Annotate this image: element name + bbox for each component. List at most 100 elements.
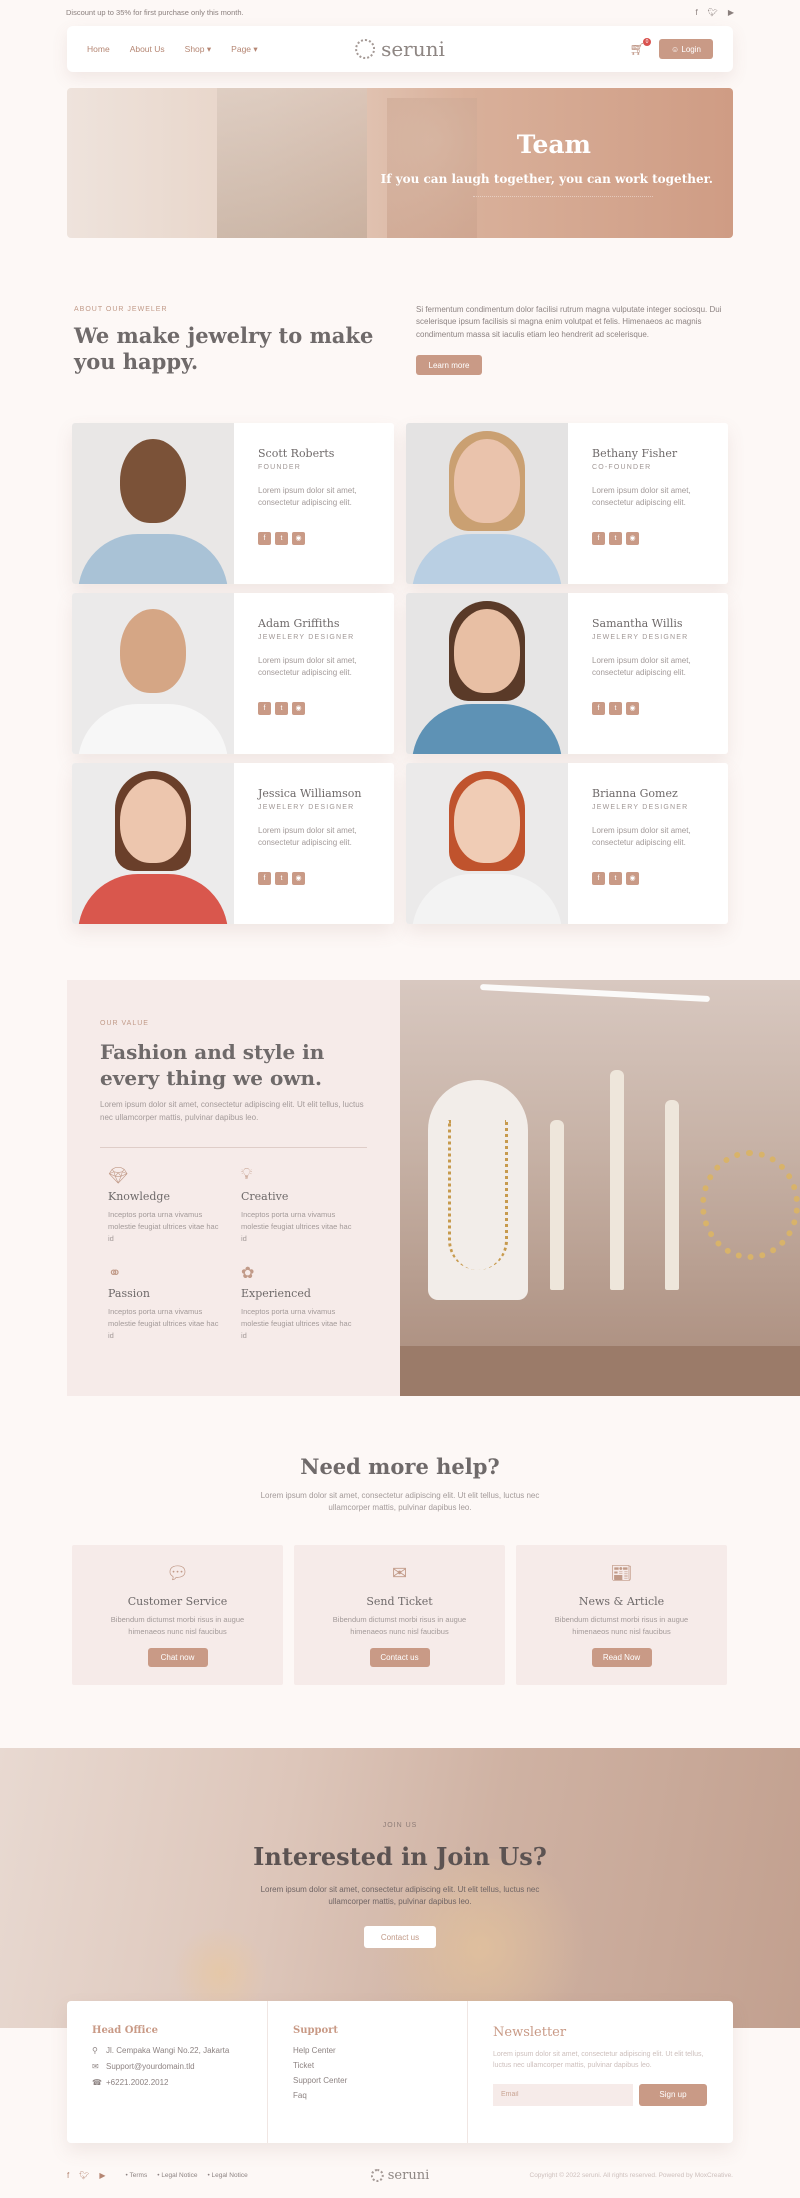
twitter-icon[interactable]: t <box>275 701 288 715</box>
contact-us-button[interactable]: Contact us <box>369 1648 430 1667</box>
page: Discount up to 35% for first purchase on… <box>0 0 800 2198</box>
nav-about[interactable]: About Us <box>130 44 165 55</box>
team-card: Scott Roberts FOUNDER Lorem ipsum dolor … <box>72 423 394 584</box>
support-link[interactable]: Ticket <box>293 2061 442 2070</box>
newsletter-email-input[interactable] <box>493 2083 633 2106</box>
member-social: f t ◉ <box>592 531 728 545</box>
twitter-icon[interactable]: t <box>275 531 288 545</box>
hero-photo-person <box>217 88 367 238</box>
help-card-text: Bibendum dictumst morbi risus in augue h… <box>554 1615 689 1636</box>
read-now-button[interactable]: Read Now <box>591 1648 652 1667</box>
twitter-icon[interactable]: t <box>609 701 622 715</box>
member-role: JEWELERY DESIGNER <box>592 634 689 641</box>
chevron-down-icon: ▾ <box>206 43 212 54</box>
member-name: Scott Roberts <box>258 447 335 460</box>
support-link[interactable]: Faq <box>293 2091 442 2100</box>
join-contact-button[interactable]: Contact us <box>364 1926 436 1948</box>
team-photo <box>406 423 568 584</box>
legal-link[interactable]: • Legal Notice <box>207 2172 247 2179</box>
logo[interactable]: seruni <box>355 37 445 61</box>
facebook-icon[interactable]: f <box>67 2171 69 2180</box>
flower-icon: ✿ <box>241 1264 255 1282</box>
about-heading: We make jewelry to make you happy. <box>74 323 374 374</box>
value-item-title: Knowledge <box>108 1189 170 1203</box>
team-card: Bethany Fisher CO-FOUNDER Lorem ipsum do… <box>406 423 728 584</box>
copyright: Copyright © 2022 seruni. All rights rese… <box>529 2171 734 2179</box>
facebook-icon[interactable]: f <box>258 871 271 885</box>
twitter-icon[interactable]: t <box>275 871 288 885</box>
team-photo <box>72 423 234 584</box>
support-link[interactable]: Support Center <box>293 2076 442 2085</box>
chevron-down-icon: ▾ <box>253 43 258 54</box>
login-button[interactable]: ☺ Login <box>659 39 713 59</box>
help-card-title: News & Article <box>578 1595 665 1608</box>
twitter-icon[interactable]: t <box>609 871 622 885</box>
team-photo <box>406 763 568 924</box>
value-grid: 💎︎ Knowledge Inceptos porta urna vivamus… <box>100 1166 367 1342</box>
legal-link[interactable]: • Legal Notice <box>157 2172 197 2179</box>
nav-links: Home About Us Shop ▾ Page ▾ <box>87 44 258 55</box>
phone-line[interactable]: ☎ +6221.2002.2012 <box>92 2078 242 2087</box>
user-icon: ☺ <box>671 44 682 54</box>
chat-now-button[interactable]: Chat now <box>147 1648 208 1667</box>
youtube-icon[interactable]: ▶ <box>99 2171 105 2180</box>
footer-logo[interactable]: seruni <box>370 2168 429 2183</box>
twitter-icon[interactable]: 🐦︎ <box>79 2171 89 2180</box>
facebook-icon[interactable]: f <box>258 701 271 715</box>
bottom-links: • Terms • Legal Notice • Legal Notice <box>126 2172 248 2179</box>
nav-home[interactable]: Home <box>87 44 110 55</box>
member-name: Bethany Fisher <box>592 447 678 460</box>
signup-button[interactable]: Sign up <box>639 2083 707 2106</box>
facebook-icon[interactable]: f <box>592 531 605 545</box>
nav-shop[interactable]: Shop ▾ <box>185 44 212 55</box>
cart-icon[interactable]: 🛒︎ 0 <box>630 38 651 56</box>
member-social: f t ◉ <box>258 871 394 885</box>
twitter-icon[interactable]: t <box>609 531 622 545</box>
instagram-icon[interactable]: ◉ <box>292 701 305 715</box>
jewelry-display-photo <box>400 980 800 1396</box>
member-desc: Lorem ipsum dolor sit amet, consectetur … <box>258 656 357 678</box>
address-text: Jl. Cempaka Wangi No.22, Jakarta <box>106 2046 230 2055</box>
terms-label: Terms <box>129 2171 148 2179</box>
bottom-social: f 🐦︎ ▶ <box>67 2171 106 2180</box>
instagram-icon[interactable]: ◉ <box>292 531 305 545</box>
support-link[interactable]: Help Center <box>293 2046 442 2055</box>
value-item-text: Inceptos porta urna vivamus molestie feu… <box>108 1209 219 1243</box>
about-body: Si fermentum condimentum dolor facilisi … <box>416 304 726 376</box>
floral-decoration <box>473 196 653 232</box>
learn-more-button[interactable]: Learn more <box>416 355 482 376</box>
help-card-title: Customer Service <box>127 1595 228 1608</box>
member-desc: Lorem ipsum dolor sit amet, consectetur … <box>592 486 691 508</box>
nav-right: 🛒︎ 0 ☺ Login <box>630 38 713 59</box>
envelope-icon: ✉ <box>391 1563 408 1583</box>
twitter-icon[interactable]: 🐦︎ <box>708 8 718 17</box>
promo-text: Discount up to 35% for first purchase on… <box>66 7 244 17</box>
value-item-text: Inceptos porta urna vivamus molestie feu… <box>241 1306 352 1340</box>
facebook-icon[interactable]: f <box>592 871 605 885</box>
terms-link[interactable]: • Terms <box>126 2172 148 2179</box>
help-card: ✉ Send Ticket Bibendum dictumst morbi ri… <box>294 1545 505 1685</box>
office-title: Head Office <box>92 2025 158 2036</box>
email-line[interactable]: ✉ Support@yourdomain.tld <box>92 2062 242 2071</box>
facebook-icon[interactable]: f <box>258 531 271 545</box>
member-role: JEWELERY DESIGNER <box>258 634 355 641</box>
instagram-icon[interactable]: ◉ <box>626 871 639 885</box>
member-name: Jessica Williamson <box>258 787 362 800</box>
member-role: FOUNDER <box>258 464 302 471</box>
instagram-icon[interactable]: ◉ <box>292 871 305 885</box>
about-intro: ABOUT OUR JEWELER We make jewelry to mak… <box>74 306 394 374</box>
instagram-icon[interactable]: ◉ <box>626 531 639 545</box>
join-eyebrow: JOIN US <box>382 1822 418 1829</box>
instagram-icon[interactable]: ◉ <box>626 701 639 715</box>
nav-page-label: Page <box>231 43 252 54</box>
footer-box: Head Office ⚲ Jl. Cempaka Wangi No.22, Ja… <box>67 2001 733 2143</box>
nav-page[interactable]: Page ▾ <box>231 44 258 55</box>
facebook-icon[interactable]: f <box>695 8 697 17</box>
member-name: Adam Griffiths <box>258 617 340 630</box>
member-role: CO-FOUNDER <box>592 464 652 471</box>
facebook-icon[interactable]: f <box>592 701 605 715</box>
join-text: Lorem ipsum dolor sit amet, consectetur … <box>260 1885 540 1907</box>
team-card: Brianna Gomez JEWELERY DESIGNER Lorem ip… <box>406 763 728 924</box>
value-eyebrow: OUR VALUE <box>100 1020 149 1027</box>
youtube-icon[interactable]: ▶ <box>728 8 734 17</box>
